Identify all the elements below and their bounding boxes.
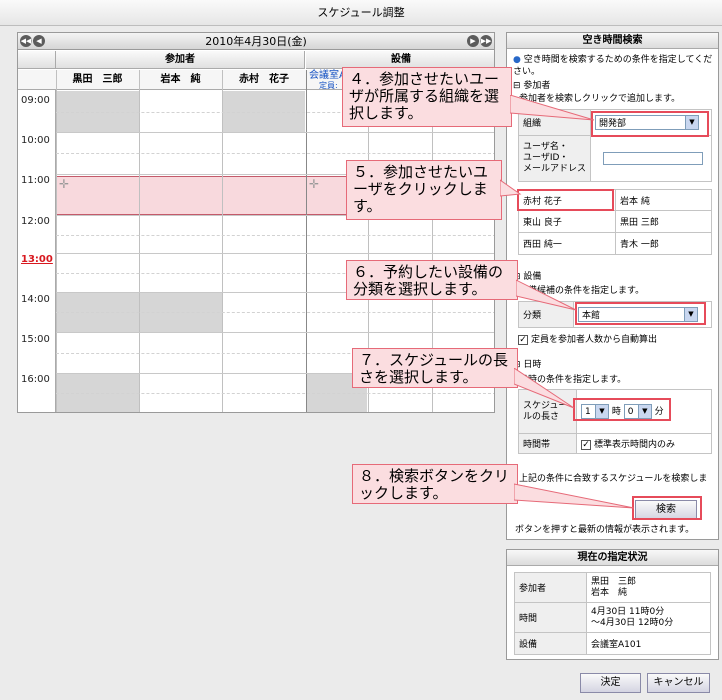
move-handle-icon[interactable]: ✛ (309, 177, 319, 191)
user-search-input[interactable] (603, 152, 703, 165)
corner-cell (18, 51, 56, 69)
org-select-value: 開発部 (599, 119, 627, 129)
callout-step-5: ５．参加させたいユーザをクリックします。 (346, 160, 502, 220)
chevron-down-icon[interactable]: ▼ (685, 116, 698, 129)
duration-hours-value: 1 (585, 406, 591, 417)
prev-week-icon[interactable]: ◀◀ (20, 35, 32, 47)
next-day-icon[interactable]: ▶ (467, 35, 479, 47)
user-item[interactable]: 青木 一郎 (615, 232, 712, 255)
duration-minutes-select[interactable]: 0 ▼ (623, 404, 652, 420)
search-button[interactable]: 検索 (635, 500, 697, 520)
category-select-value: 本館 (582, 311, 601, 321)
callout-step-8: ８．検索ボタンをクリックします。 (352, 464, 518, 504)
callout-pointer (510, 95, 595, 121)
timeslot-checkbox[interactable]: ✓ (581, 439, 591, 450)
user-search-label: ユーザ名・ ユーザID・ メールアドレス (518, 135, 591, 182)
status-time-label: 時間 (514, 602, 587, 633)
date-bar: ◀◀ ◀ 2010年4月30日(金) ▶ ▶▶ (18, 33, 494, 50)
search-intro-text: 空き時間を検索するための条件を指定してください。 (513, 55, 713, 77)
callout-step-7: ７．スケジュールの長さを選択します。 (352, 348, 518, 388)
status-facility-label: 設備 (514, 632, 587, 655)
category-select[interactable]: 本館 ▼ (578, 307, 698, 322)
collapse-icon[interactable]: ⊟ (513, 81, 521, 91)
auto-capacity-option[interactable]: ✓ 定員を参加者人数から自動算出 (518, 334, 657, 346)
participant-name[interactable]: 黒田 三郎 (56, 70, 139, 90)
status-facility-value: 会議室A101 (586, 632, 711, 655)
move-handle-icon[interactable]: ✛ (59, 177, 69, 191)
next-week-icon[interactable]: ▶▶ (480, 35, 492, 47)
time-column (18, 90, 56, 412)
auto-capacity-label: 定員を参加者人数から自動算出 (531, 335, 658, 345)
user-item[interactable]: 黒田 三郎 (615, 210, 712, 233)
user-item[interactable]: 西田 純一 (518, 232, 616, 255)
status-table: 参加者 黒田 三郎 岩本 純 時間 4月30日 11時0分 ～4月30日 12時0分… (514, 572, 711, 655)
participants-group-header: 参加者 (56, 51, 305, 69)
info-icon: ● (513, 55, 521, 65)
footer-hint: ボタンを押すと最新の情報が表示されます。 (515, 525, 695, 535)
prev-day-icon[interactable]: ◀ (33, 35, 45, 47)
user-list: 赤村 花子 岩本 純 東山 良子 黒田 三郎 西田 純一 青木 一郎 (518, 189, 712, 255)
duration-minutes-value: 0 (627, 406, 634, 417)
status-time-value: 4月30日 11時0分 ～4月30日 12時0分 (586, 602, 711, 633)
participant-section-header[interactable]: ⊟ 参加者 (513, 80, 550, 92)
timeslot-check-label: 標準表示時間内のみ (594, 440, 676, 450)
auto-capacity-checkbox[interactable]: ✓ (518, 334, 528, 345)
status-panel: 現在の指定状況 参加者 黒田 三郎 岩本 純 時間 4月30日 11時0分 ～4月3… (506, 549, 719, 660)
callout-pointer (514, 483, 635, 509)
window-title: スケジュール調整 (0, 0, 722, 26)
callout-pointer (514, 368, 575, 409)
status-participants-label: 参加者 (514, 572, 587, 603)
participant-section-label: 参加者 (523, 81, 551, 91)
ok-button[interactable]: 決定 (580, 673, 641, 693)
user-item[interactable]: 赤村 花子 (518, 189, 616, 211)
next-nav: ▶ ▶▶ (467, 35, 492, 47)
org-select[interactable]: 開発部 ▼ (595, 115, 699, 130)
duration-hours-select[interactable]: 1 ▼ (581, 404, 609, 420)
hour-unit: 時 (611, 406, 621, 417)
participant-name[interactable]: 赤村 花子 (222, 70, 306, 90)
user-item[interactable]: 岩本 純 (615, 189, 712, 211)
cancel-button[interactable]: キャンセル (647, 673, 710, 693)
callout-step-4: ４．参加させたいユーザが所属する組織を選択します。 (342, 67, 512, 127)
timeslot-label: 時間帯 (518, 433, 577, 454)
status-participants-value: 黒田 三郎 岩本 純 (586, 572, 711, 603)
participant-name[interactable]: 岩本 純 (139, 70, 222, 90)
search-intro: ● 空き時間を検索するための条件を指定してください。 (513, 54, 713, 78)
prev-nav: ◀◀ ◀ (20, 35, 45, 47)
callout-step-6: ６．予約したい設備の分類を選択します。 (346, 260, 518, 300)
chevron-down-icon[interactable]: ▼ (595, 405, 608, 419)
callout-pointer (500, 179, 522, 197)
minute-unit: 分 (654, 406, 664, 417)
chevron-down-icon[interactable]: ▼ (637, 405, 651, 419)
user-item[interactable]: 東山 良子 (518, 210, 616, 233)
chevron-down-icon[interactable]: ▼ (684, 308, 697, 321)
search-panel-title: 空き時間検索 (507, 33, 718, 49)
callout-pointer (516, 279, 577, 311)
status-panel-title: 現在の指定状況 (507, 550, 718, 566)
current-date: 2010年4月30日(金) (205, 35, 307, 48)
time-header-cell (18, 70, 56, 90)
